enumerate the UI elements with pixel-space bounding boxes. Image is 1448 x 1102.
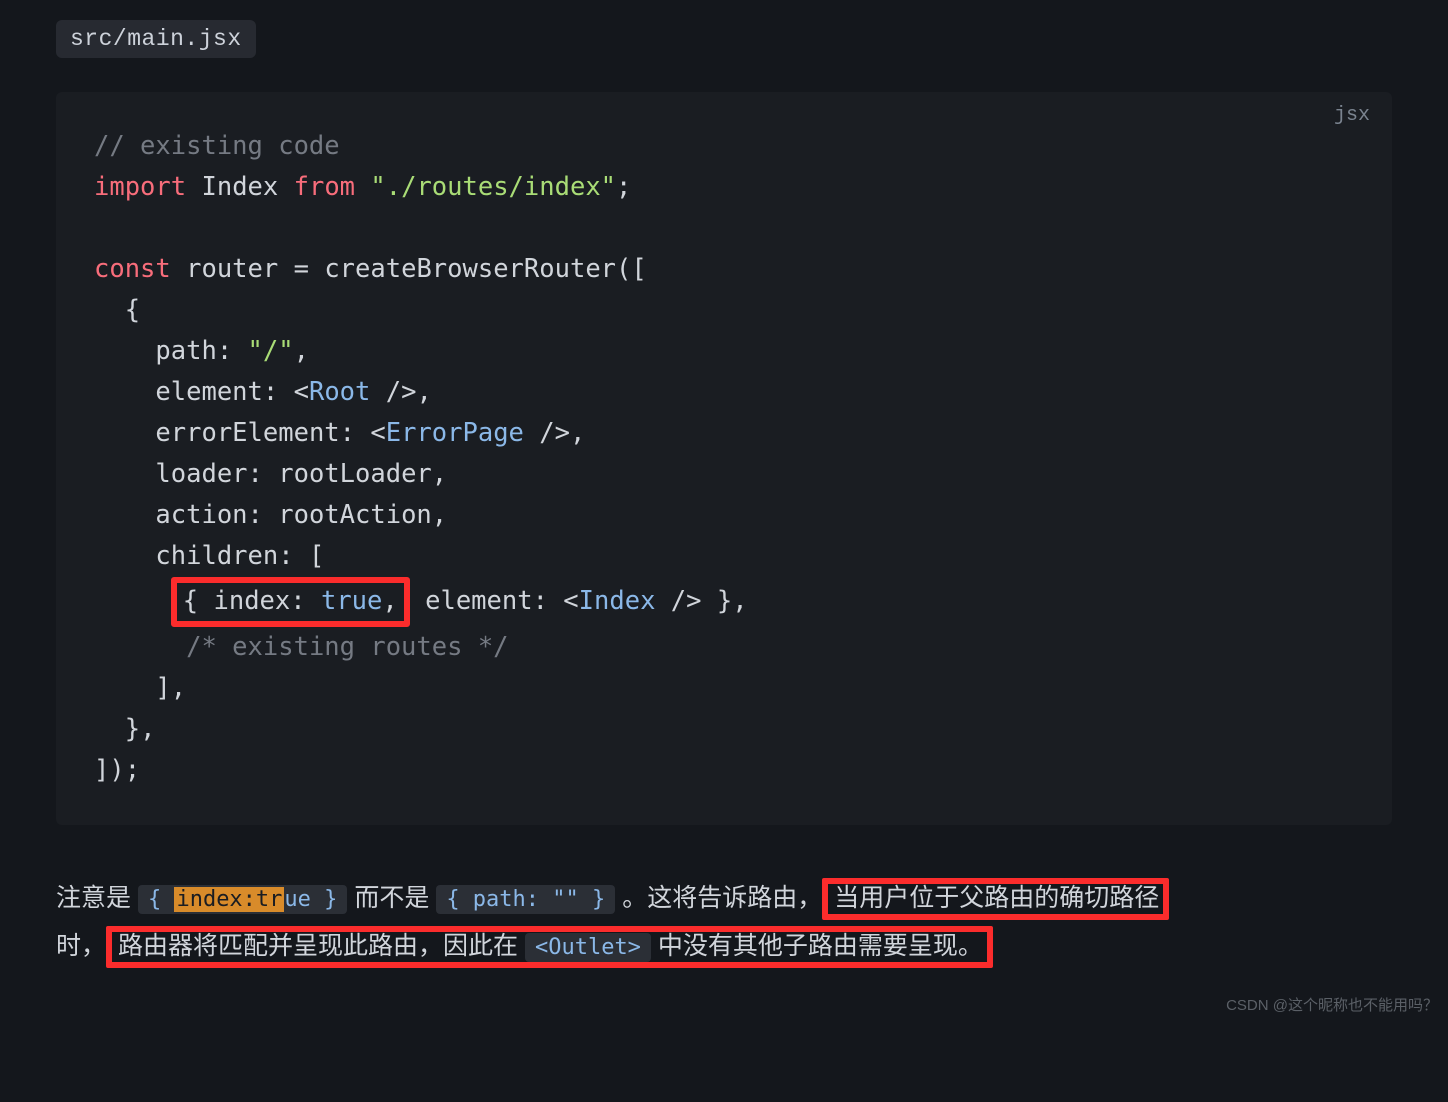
prop-element: element:: [155, 377, 278, 407]
highlight-frame-2: 路由器将匹配并呈现此路由，因此在 <Outlet> 中没有其他子路由需要呈现。: [106, 926, 993, 968]
inline-code-indextrue: { index:true }: [138, 885, 347, 914]
import-path: "./routes/index": [370, 172, 616, 202]
inline-code-outlet: <Outlet>: [525, 933, 651, 962]
prose-text: 。这将告诉路由，: [615, 884, 822, 912]
language-tag: jsx: [1334, 104, 1370, 127]
var-router: router: [186, 254, 278, 284]
highlight-index-true: { index: true,: [171, 577, 410, 627]
component-root: Root: [309, 377, 370, 407]
prop-path: path:: [155, 336, 232, 366]
kw-const: const: [94, 254, 171, 284]
prose-text: 而不是: [347, 884, 436, 912]
true-literal: true: [321, 586, 382, 616]
prop-action: action:: [155, 500, 262, 530]
code-content: // existing code import Index from "./ro…: [94, 126, 1354, 791]
path-value: "/": [248, 336, 294, 366]
prose-text: 注意是: [56, 884, 138, 912]
fn-create: createBrowserRouter: [324, 254, 616, 284]
component-index: Index: [579, 586, 656, 616]
prop-loader: loader:: [155, 459, 262, 489]
search-highlight: index:tr: [174, 887, 284, 912]
prop-element2: element:: [425, 586, 548, 616]
prop-index: index:: [213, 586, 305, 616]
loader-value: rootLoader: [278, 459, 432, 489]
watermark: CSDN @这个昵称也不能用吗？: [1226, 994, 1438, 1015]
prose-text: 时，: [56, 932, 106, 960]
prop-error: errorElement:: [155, 418, 355, 448]
inline-code-path: { path: "" }: [436, 885, 615, 914]
prose-paragraph: 注意是 { index:true } 而不是 { path: "" } 。这将告…: [56, 875, 1392, 971]
component-errorpage: ErrorPage: [386, 418, 524, 448]
highlight-frame-1: 当用户位于父路由的确切路径: [822, 878, 1169, 920]
filename-chip: src/main.jsx: [56, 20, 256, 58]
code-comment: // existing code: [94, 131, 340, 161]
code-block: jsx // existing code import Index from "…: [56, 92, 1392, 825]
kw-import: import: [94, 172, 186, 202]
prop-children: children:: [155, 541, 293, 571]
routes-comment: /* existing routes */: [186, 632, 508, 662]
action-value: rootAction: [278, 500, 432, 530]
kw-from: from: [294, 172, 355, 202]
import-identifier: Index: [201, 172, 278, 202]
